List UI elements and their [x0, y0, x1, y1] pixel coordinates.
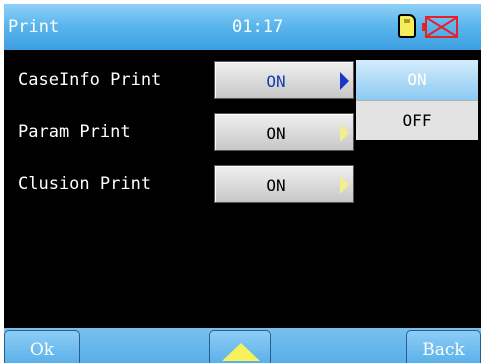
- right-arrow-icon: [340, 124, 349, 142]
- param-print-value: ON: [266, 124, 286, 143]
- clusion-print-label: Clusion Print: [18, 174, 152, 194]
- disconnected-x-icon: [422, 16, 458, 38]
- back-button[interactable]: Back: [406, 330, 481, 363]
- up-arrow-icon: [222, 343, 260, 361]
- clusion-print-value: ON: [266, 176, 286, 195]
- caseinfo-print-value: ON: [266, 72, 286, 91]
- device-screen: Print 01:17 CaseInfo Print ON Param Prin…: [4, 4, 481, 363]
- right-arrow-icon: [340, 176, 349, 194]
- clusion-print-button[interactable]: ON: [214, 165, 354, 203]
- up-button[interactable]: [209, 330, 271, 363]
- title-bar: Print 01:17: [4, 4, 481, 50]
- dropdown-option-off[interactable]: OFF: [356, 100, 478, 140]
- caseinfo-print-label: CaseInfo Print: [18, 70, 162, 90]
- bottom-bar: Ok Back: [4, 328, 481, 363]
- ok-button[interactable]: Ok: [4, 330, 80, 363]
- dropdown-option-on[interactable]: ON: [356, 60, 478, 100]
- sd-card-icon: [398, 14, 416, 38]
- caseinfo-print-button[interactable]: ON: [214, 61, 354, 99]
- value-dropdown: ON OFF: [356, 60, 478, 140]
- right-arrow-icon: [340, 72, 349, 90]
- page-title: Print: [8, 17, 60, 37]
- param-print-label: Param Print: [18, 122, 131, 142]
- param-print-button[interactable]: ON: [214, 113, 354, 151]
- clock: 01:17: [232, 17, 284, 37]
